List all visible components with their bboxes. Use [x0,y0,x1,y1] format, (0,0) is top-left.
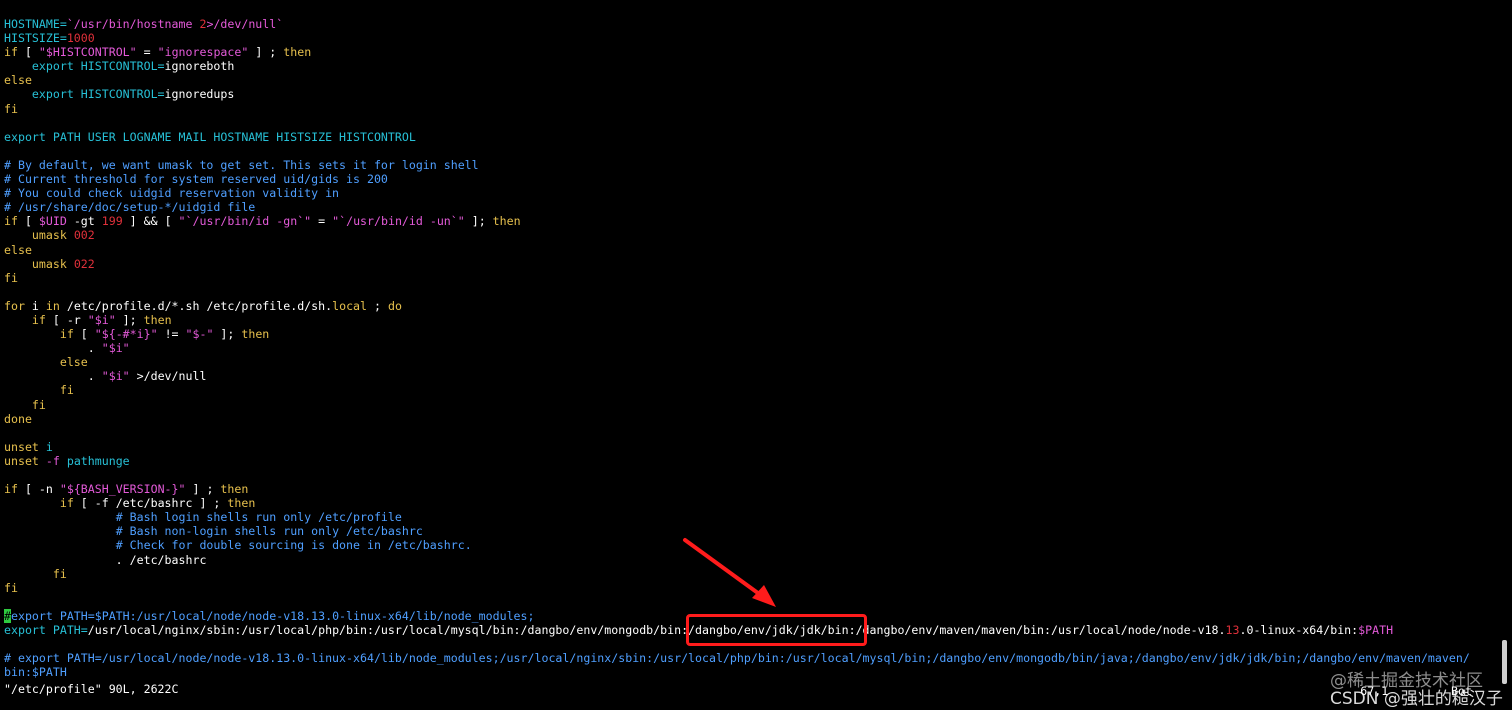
watermark-csdn: CSDN @强壮的糙汉子 [1330,689,1503,709]
annotation-arrow-icon [683,538,776,607]
scrollbar[interactable] [1502,640,1507,684]
